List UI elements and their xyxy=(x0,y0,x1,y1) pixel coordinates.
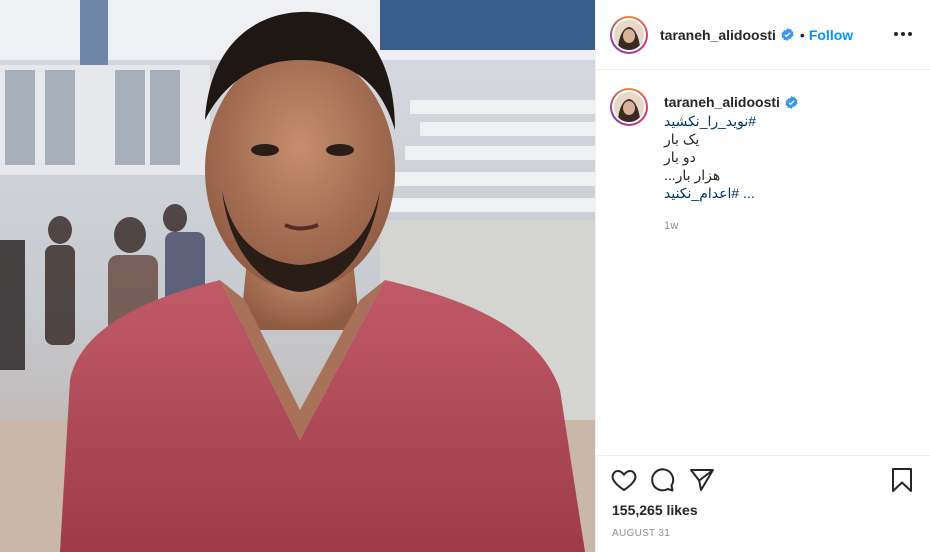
post-image xyxy=(0,0,595,552)
follow-button[interactable]: Follow xyxy=(809,27,853,43)
caption-hashtag[interactable]: #نوید_را_نکشید xyxy=(664,112,798,130)
avatar[interactable] xyxy=(610,15,648,54)
bookmark-icon[interactable] xyxy=(888,466,916,494)
post-time[interactable]: 1w xyxy=(664,220,798,232)
action-icons xyxy=(610,466,920,496)
caption-line: یک بار xyxy=(664,131,700,147)
caption-line: دو بار xyxy=(664,149,696,165)
comment-icon[interactable] xyxy=(648,466,676,494)
avatar-image xyxy=(614,19,644,50)
post-header: taraneh_alidoosti • Follow xyxy=(596,0,930,70)
caption-body: taraneh_alidoosti #نوید_را_نکشید یک بار … xyxy=(664,88,798,232)
instagram-post: taraneh_alidoosti • Follow taraneh_alido… xyxy=(0,0,930,552)
caption-username-link[interactable]: taraneh_alidoosti xyxy=(664,94,780,110)
caption-text: #نوید_را_نکشید یک بار دو بار هزار بار...… xyxy=(664,112,798,202)
verified-badge-icon xyxy=(785,95,798,109)
heart-icon[interactable] xyxy=(610,466,638,494)
more-options-icon[interactable] xyxy=(891,24,915,44)
caption: taraneh_alidoosti #نوید_را_نکشید یک بار … xyxy=(610,88,920,232)
likes-count[interactable]: 155,265 likes xyxy=(612,502,698,518)
caption-avatar[interactable] xyxy=(610,88,648,126)
actions-bar: 155,265 likes AUGUST 31 xyxy=(596,455,930,552)
post-date[interactable]: AUGUST 31 xyxy=(612,528,670,539)
share-icon[interactable] xyxy=(688,466,716,494)
separator-dot: • xyxy=(799,26,805,43)
caption-hashtag[interactable]: ... #اعدام_نکنید xyxy=(664,184,798,202)
verified-badge-icon xyxy=(781,28,794,41)
caption-username-row: taraneh_alidoosti xyxy=(664,94,798,110)
caption-avatar-image xyxy=(614,92,644,122)
post-side-panel: taraneh_alidoosti • Follow taraneh_alido… xyxy=(595,0,930,552)
username-link[interactable]: taraneh_alidoosti xyxy=(660,27,776,43)
caption-line: هزار بار... xyxy=(664,167,721,183)
post-photo[interactable] xyxy=(0,0,595,552)
